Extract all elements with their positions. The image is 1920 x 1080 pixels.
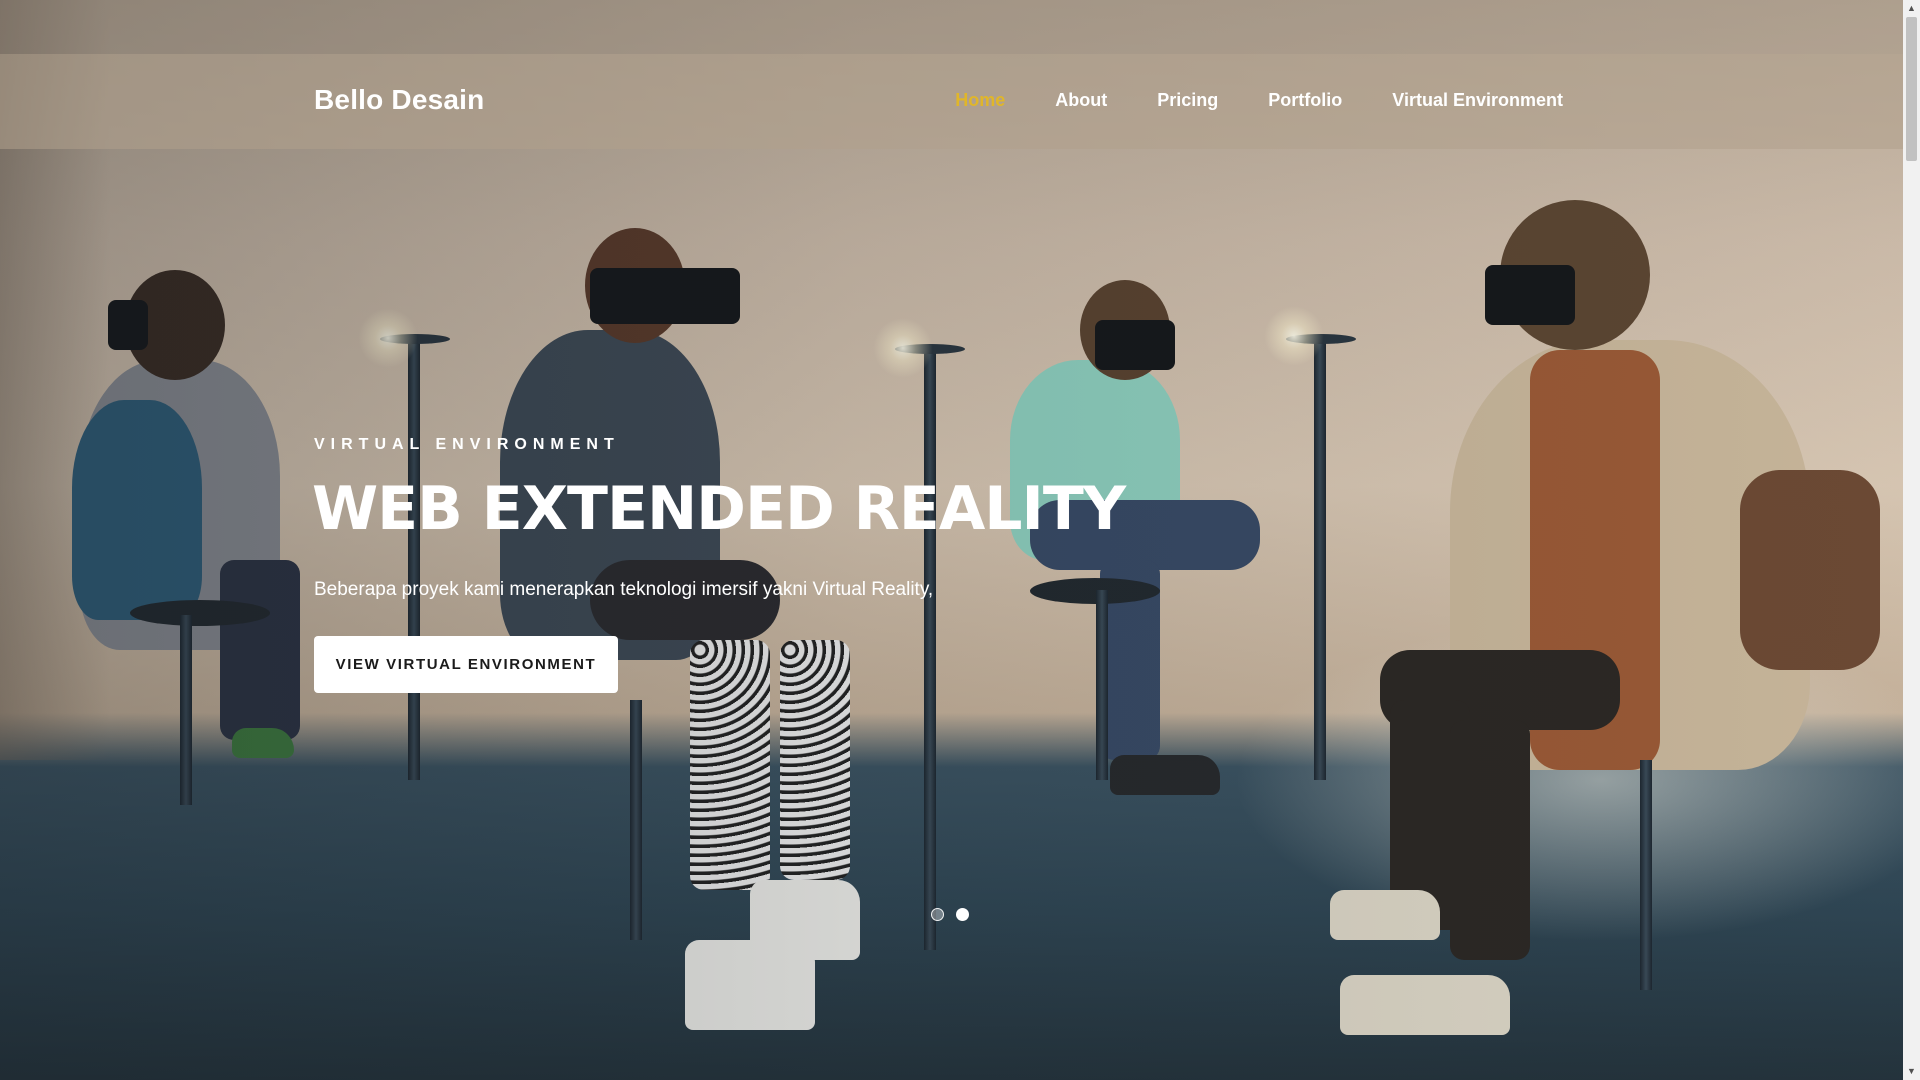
carousel-dot-2[interactable] — [956, 908, 969, 921]
brand-logo[interactable]: Bello Desain — [314, 84, 484, 116]
nav-menu: Home About Pricing Portfolio Virtual Env… — [955, 90, 1563, 111]
carousel-indicators — [931, 908, 969, 921]
hero-section: Bello Desain Home About Pricing Portfoli… — [0, 0, 1903, 1080]
nav-link-pricing[interactable]: Pricing — [1157, 90, 1218, 110]
top-strip — [0, 0, 1903, 54]
nav-item-portfolio: Portfolio — [1268, 90, 1342, 111]
hero-eyebrow: VIRTUAL ENVIRONMENT — [314, 436, 620, 453]
scroll-down-arrow-icon[interactable]: ▼ — [1903, 1063, 1920, 1080]
nav-item-pricing: Pricing — [1157, 90, 1218, 111]
nav-item-home: Home — [955, 90, 1005, 111]
carousel-dot-1[interactable] — [931, 908, 944, 921]
page-scrollbar[interactable]: ▲ ▼ — [1903, 0, 1920, 1080]
nav-link-virtual-environment[interactable]: Virtual Environment — [1392, 90, 1563, 110]
hero-lead-text: Beberapa proyek kami menerapkan teknolog… — [314, 579, 934, 600]
page: Bello Desain Home About Pricing Portfoli… — [0, 0, 1920, 1080]
scroll-up-arrow-icon[interactable]: ▲ — [1903, 0, 1920, 17]
hero-headline: WEB EXTENDED REALITY — [312, 474, 1126, 544]
nav-link-portfolio[interactable]: Portfolio — [1268, 90, 1342, 110]
nav-item-virtual-environment: Virtual Environment — [1392, 90, 1563, 111]
nav-link-home[interactable]: Home — [955, 90, 1005, 110]
view-virtual-environment-button[interactable]: VIEW VIRTUAL ENVIRONMENT — [314, 636, 618, 693]
scrollbar-thumb[interactable] — [1906, 17, 1917, 161]
nav-link-about[interactable]: About — [1055, 90, 1107, 110]
navbar: Bello Desain Home About Pricing Portfoli… — [0, 54, 1903, 149]
nav-item-about: About — [1055, 90, 1107, 111]
